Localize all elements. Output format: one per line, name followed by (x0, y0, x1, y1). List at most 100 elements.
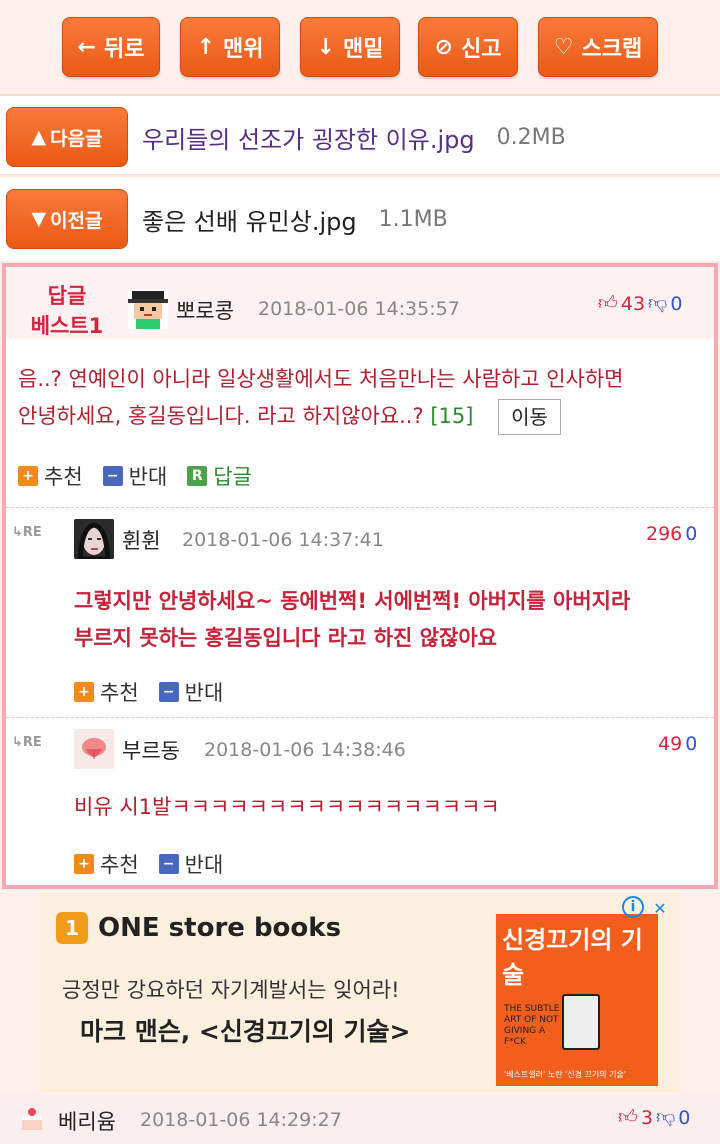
ad-subheadline: 마크 맨슨, <신경끄기의 기술> (80, 1017, 411, 1046)
prev-post-title[interactable]: 좋은 선배 유민상.jpg (142, 202, 357, 237)
next-post-title[interactable]: 우리들의 선조가 굉장한 이유.jpg (142, 120, 475, 155)
report-label: 신고 (460, 37, 502, 62)
to-top-button[interactable]: ↑ 맨위 (180, 17, 280, 77)
arrow-down-icon: ↓ (316, 34, 335, 60)
oppose-button[interactable]: − 반대 (102, 461, 168, 491)
book-subtitle: THE SUBTLE ART OF NOT GIVING A F*CK (504, 1004, 560, 1047)
onestore-logo-icon: 1 (56, 912, 88, 944)
thumbs-down-icon[interactable]: 👎︎ (648, 292, 667, 315)
recommend-label: 추천 (100, 681, 139, 705)
back-label: 뒤로 (103, 37, 145, 62)
next-post-label: 다음글 (50, 127, 103, 150)
best-reply-label: 답글 베스트1 (22, 281, 112, 341)
triangle-up-icon: ▲ (31, 126, 47, 148)
avatar[interactable] (74, 519, 114, 559)
minus-icon: − (158, 682, 179, 702)
author-nickname[interactable]: 베리윰 (58, 1106, 116, 1136)
next-post-size: 0.2MB (496, 124, 566, 150)
minus-icon: − (102, 466, 123, 486)
best-reply-header: 답글 베스트1 뽀로콩 2018-01-06 14:35:57 👍︎ 43 👎︎… (6, 267, 714, 339)
up-vote-count: 3 (640, 1106, 653, 1129)
comment-line2: 안녕하세요, 홍길동입니다. 라고 하지않아요..? (18, 404, 424, 428)
vote-counts: 296 0 (646, 523, 697, 545)
oppose-button[interactable]: − 반대 (158, 677, 224, 707)
reply-count-link[interactable]: [15] (430, 404, 473, 428)
tongue-avatar-icon (74, 729, 114, 769)
vote-counts: 49 0 (658, 733, 697, 755)
oppose-label: 반대 (128, 465, 168, 489)
next-post-button[interactable]: ▲ 다음글 (6, 107, 128, 167)
prev-post-label: 이전글 (50, 209, 103, 232)
to-bottom-button[interactable]: ↓ 맨밑 (300, 17, 400, 77)
book-title: 신경끄기의 기술 (502, 926, 643, 989)
divider (6, 717, 714, 718)
comment-date: 2018-01-06 14:35:57 (258, 298, 460, 320)
best-label-line1: 답글 (47, 284, 87, 308)
recommend-button[interactable]: + 추천 (74, 677, 139, 707)
comment-actions: + 추천 − 반대 R 답글 (18, 461, 272, 491)
arrow-up-icon: ↑ (196, 34, 215, 60)
comment-date: 2018-01-06 14:29:27 (140, 1109, 342, 1131)
plus-icon: + (74, 682, 94, 702)
ad-controls: i ✕ (622, 896, 672, 920)
author-nickname[interactable]: 부르동 (122, 735, 180, 765)
comment-body: 비유 시1발ㅋㅋㅋㅋㅋㅋㅋㅋㅋㅋㅋㅋㅋㅋㅋㅋㅋ (74, 789, 704, 826)
heart-icon: ♡ (553, 34, 574, 60)
prev-post-row: ▼ 이전글 좋은 선배 유민상.jpg 1.1MB (0, 178, 720, 260)
author-nickname[interactable]: 휜휜 (122, 525, 161, 555)
up-vote-count[interactable]: 49 (658, 733, 682, 755)
scrap-label: 스크랩 (581, 37, 643, 62)
re-label: RE (22, 735, 42, 750)
oppose-button[interactable]: − 반대 (158, 849, 224, 879)
advertisement-banner[interactable]: 1 ONE store books 긍정만 강요하던 자기계발서는 잊어라! 마… (40, 892, 680, 1092)
down-vote-count[interactable]: 0 (685, 523, 697, 545)
recommend-label: 추천 (100, 853, 139, 877)
back-button[interactable]: ← 뒤로 (62, 17, 160, 77)
up-vote-count[interactable]: 296 (646, 523, 682, 545)
vote-counts: 👍︎ 43 👎︎ 0 (598, 292, 682, 315)
info-icon[interactable]: i (622, 896, 644, 918)
comment-line2: 부르지 못하는 홍길동입니다 라고 하진 않잖아요 (74, 626, 497, 650)
avatar[interactable] (74, 729, 114, 769)
down-vote-count[interactable]: 0 (685, 733, 697, 755)
plus-icon: + (74, 854, 94, 874)
comment-date: 2018-01-06 14:38:46 (204, 739, 406, 761)
plus-icon: + (18, 466, 38, 486)
down-vote-count: 0 (670, 292, 683, 315)
comment-line1: 비유 시1발ㅋㅋㅋㅋㅋㅋㅋㅋㅋㅋㅋㅋㅋㅋㅋㅋㅋ (74, 795, 500, 819)
comment-body: 음..? 연예인이 아니라 일상생활에서도 처음만나는 사람하고 인사하면 안녕… (18, 361, 708, 435)
best-reply-box: 답글 베스트1 뽀로콩 2018-01-06 14:35:57 👍︎ 43 👎︎… (2, 263, 718, 889)
recommend-button[interactable]: + 추천 (18, 461, 83, 491)
reply-button[interactable]: R 답글 (187, 461, 252, 491)
comment-date: 2018-01-06 14:37:41 (182, 529, 384, 551)
best-label-line2: 베스트1 (30, 314, 104, 338)
book-cover-image: 신경끄기의 기술 THE SUBTLE ART OF NOT GIVING A … (496, 914, 658, 1086)
scrap-button[interactable]: ♡ 스크랩 (538, 17, 658, 77)
down-vote-count: 0 (678, 1106, 691, 1129)
oppose-label: 반대 (184, 853, 224, 877)
close-icon[interactable]: ✕ (648, 896, 672, 920)
prev-post-button[interactable]: ▼ 이전글 (6, 189, 128, 249)
pixel-avatar-icon (128, 289, 168, 329)
ad-headline: 긍정만 강요하던 자기계발서는 잊어라! (62, 978, 400, 1002)
thumbs-up-icon[interactable]: 👍︎ (618, 1106, 638, 1129)
move-button[interactable]: 이동 (498, 399, 561, 435)
report-button[interactable]: ⊘ 신고 (418, 17, 518, 77)
oppose-label: 반대 (184, 681, 224, 705)
book-footer: '베스트셀러' 노란 '신경 끄기의 기술' (504, 1070, 627, 1079)
recommend-button[interactable]: + 추천 (74, 849, 139, 879)
re-label: RE (22, 525, 42, 540)
avatar[interactable] (128, 289, 168, 329)
author-nickname[interactable]: 뽀로콩 (176, 295, 234, 325)
thumbs-down-icon[interactable]: 👎︎ (656, 1106, 675, 1129)
arrow-left-icon: ← (77, 34, 96, 60)
thumbs-up-icon[interactable]: 👍︎ (598, 292, 618, 315)
reply-label: 답글 (213, 465, 252, 489)
reply-arrow-icon: ↳RE (12, 525, 42, 540)
top-toolbar: ← 뒤로 ↑ 맨위 ↓ 맨밑 ⊘ 신고 ♡ 스크랩 (0, 0, 720, 96)
reply-icon: R (187, 466, 208, 486)
recommend-label: 추천 (44, 465, 83, 489)
reply-arrow-icon: ↳RE (12, 735, 42, 750)
avatar[interactable] (14, 1100, 50, 1136)
comment-line1: 그렇지만 안녕하세요~ 동에번쩍! 서에번쩍! 아버지를 아버지라 (74, 589, 631, 613)
